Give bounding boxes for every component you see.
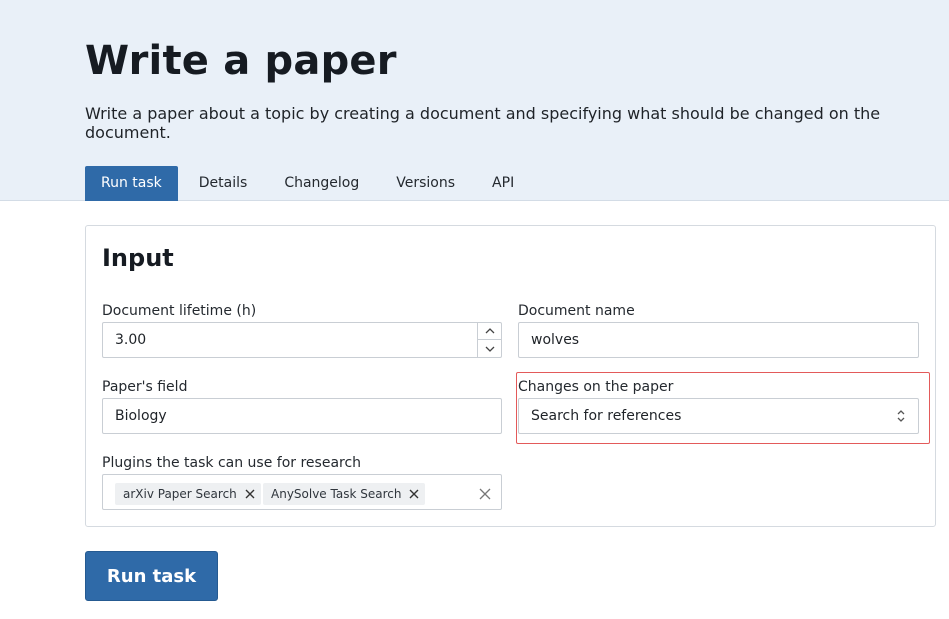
lifetime-label: Document lifetime (h) xyxy=(102,303,257,319)
lifetime-stepper xyxy=(477,323,501,357)
page-title: Write a paper xyxy=(85,38,397,84)
plugin-chip: arXiv Paper Search xyxy=(115,483,261,505)
increment-button[interactable] xyxy=(478,323,501,340)
lifetime-value: 3.00 xyxy=(115,332,147,348)
plugin-chip-label: AnySolve Task Search xyxy=(271,487,402,501)
run-task-button[interactable]: Run task xyxy=(85,551,218,601)
page-description: Write a paper about a topic by creating … xyxy=(85,104,881,142)
close-icon[interactable] xyxy=(245,489,255,499)
doc-name-input[interactable]: wolves xyxy=(518,322,919,358)
chevron-down-icon xyxy=(485,346,494,352)
doc-name-value: wolves xyxy=(531,332,580,348)
tab-run-task[interactable]: Run task xyxy=(85,166,178,201)
decrement-button[interactable] xyxy=(478,340,501,357)
tab-api[interactable]: API xyxy=(476,166,530,201)
plugins-label: Plugins the task can use for research xyxy=(102,455,362,471)
chevron-up-icon xyxy=(485,328,494,334)
paper-field-value: Biology xyxy=(115,408,167,424)
plugin-chip-label: arXiv Paper Search xyxy=(123,487,237,501)
paper-field-input[interactable]: Biology xyxy=(102,398,502,434)
close-icon[interactable] xyxy=(409,489,419,499)
plugin-chip: AnySolve Task Search xyxy=(263,483,426,505)
doc-name-label: Document name xyxy=(518,303,635,319)
plugins-multiselect[interactable]: arXiv Paper Search AnySolve Task Search xyxy=(102,474,502,510)
selection-highlight xyxy=(516,372,930,444)
page-header: Write a paper Write a paper about a topi… xyxy=(0,0,949,201)
lifetime-input[interactable]: 3.00 xyxy=(102,322,502,358)
tab-bar: Run task Details Changelog Versions API xyxy=(85,166,535,201)
tab-versions[interactable]: Versions xyxy=(380,166,471,201)
tab-changelog[interactable]: Changelog xyxy=(268,166,375,201)
input-panel-title: Input xyxy=(102,244,174,272)
tab-details[interactable]: Details xyxy=(183,166,264,201)
clear-all-icon[interactable] xyxy=(479,488,491,500)
paper-field-label: Paper's field xyxy=(102,379,188,395)
